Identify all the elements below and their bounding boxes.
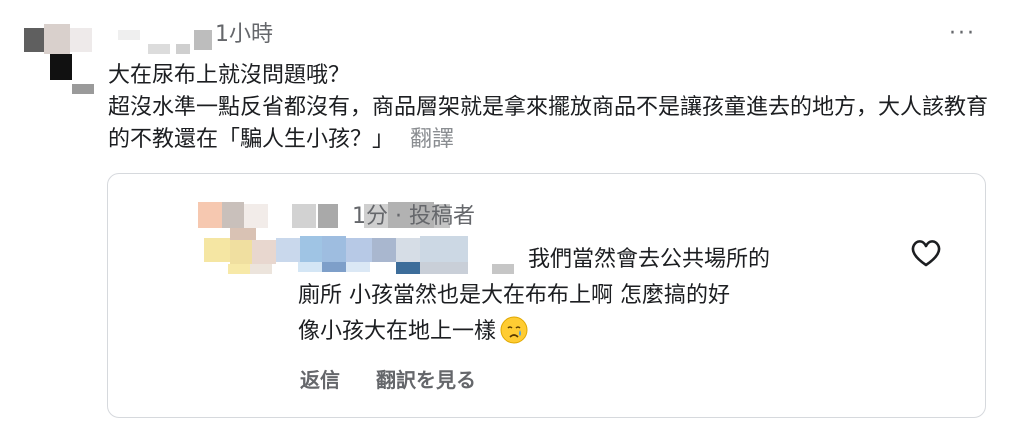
more-options-button[interactable]: ··· (949, 22, 976, 46)
translate-link[interactable]: 翻譯 (410, 127, 454, 152)
comment-timestamp[interactable]: 1小時 (215, 20, 273, 50)
see-translation-button[interactable]: 翻訳を見る (376, 368, 476, 392)
comment-line-2-text: 超沒水準一點反省都沒有，商品層架就是拿來擺放商品不是讓孩童進去的地方，大人該教育… (108, 95, 989, 152)
reply-body: 我們當然會去公共場所的 廁所 小孩當然也是大在布布上啊 怎麼搞的好 像小孩大在地… (298, 242, 878, 350)
reply-line-2: 廁所 小孩當然也是大在布布上啊 怎麼搞的好 (298, 283, 730, 308)
reply-line-1: 我們當然會去公共場所的 (298, 242, 878, 278)
reply-meta: 1分 · 投稿者 (352, 204, 475, 229)
comment-line-1: 大在尿布上就沒問題哦？ (108, 63, 351, 88)
reply-line-3: 像小孩大在地上一樣 (298, 314, 878, 350)
comment-body: 大在尿布上就沒問題哦？ 超沒水準一點反省都沒有，商品層架就是拿來擺放商品不是讓孩… (108, 60, 998, 156)
comment-line-2: 超沒水準一點反省都沒有，商品層架就是拿來擺放商品不是讓孩童進去的地方，大人該教育… (108, 92, 998, 156)
like-heart-icon[interactable] (906, 233, 946, 273)
crying-face-icon (500, 316, 528, 344)
reply-line-3-text: 像小孩大在地上一樣 (298, 319, 497, 344)
reply-actions: 返信 翻訳を見る (300, 366, 476, 394)
reply-button[interactable]: 返信 (300, 368, 340, 392)
reply-line-1-text: 我們當然會去公共場所的 (528, 247, 771, 272)
